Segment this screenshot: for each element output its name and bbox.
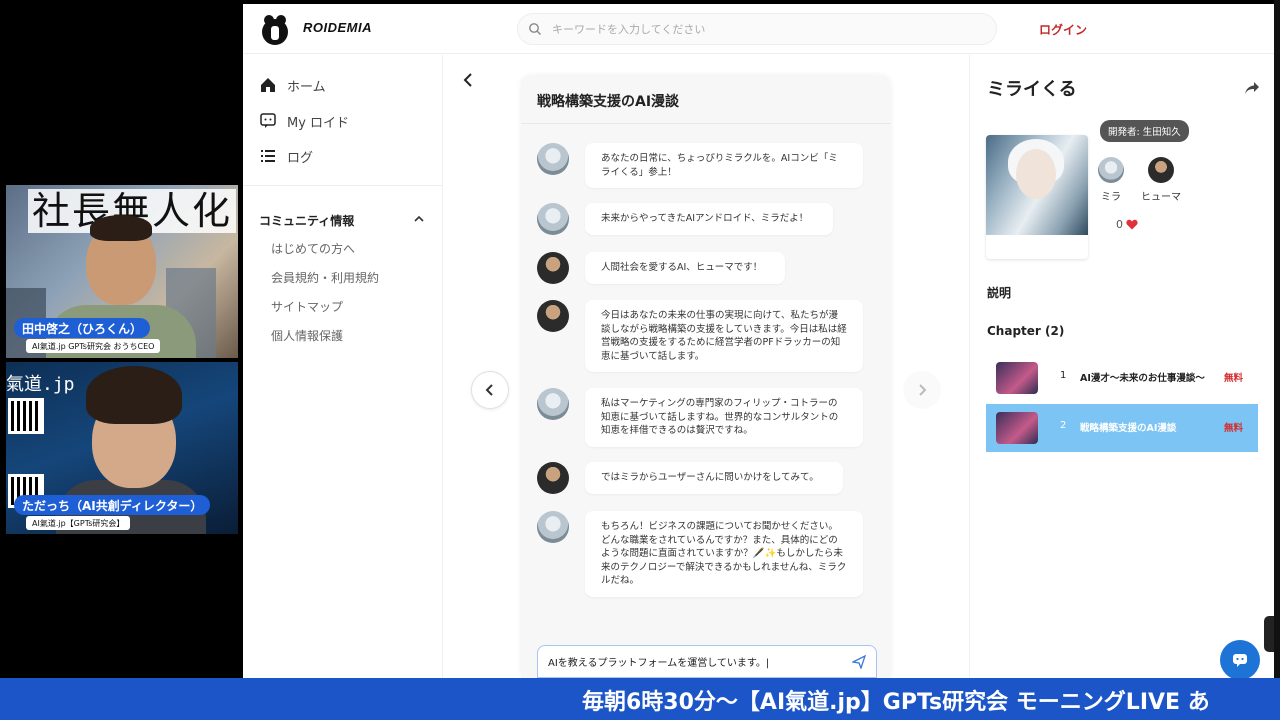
chat-bubble-icon	[260, 113, 276, 128]
heart-icon	[1126, 219, 1138, 230]
chapter-heading: Chapter (2)	[987, 324, 1065, 338]
ticker-text: 毎朝6時30分〜【AI氣道.jp】GPTs研究会 モーニングLIVE あ	[582, 690, 1210, 715]
help-chat-button[interactable]	[1220, 640, 1260, 678]
message-bubble: 未来からやってきたAIアンドロイド、ミラだよ！	[585, 203, 833, 235]
chapter-thumbnail	[996, 412, 1038, 444]
chat-title: 戦略構築支援のAI漫談	[537, 94, 680, 110]
human-avatar	[537, 300, 569, 332]
person-hair	[86, 366, 182, 424]
like-button[interactable]: 0	[1116, 218, 1138, 231]
sidebar-divider	[243, 185, 443, 186]
message-bubble: 今日はあなたの未来の仕事の実現に向けて、私たちが漫談しながら戦略構築の支援をして…	[585, 300, 863, 372]
cover-image	[986, 135, 1088, 259]
chevron-left-icon	[485, 384, 493, 396]
community-link-terms[interactable]: 会員規約・利用規約	[271, 269, 379, 286]
cover-character-face	[1016, 149, 1056, 199]
chapter-number: 2	[1060, 420, 1067, 431]
mira-avatar	[537, 143, 569, 175]
login-link[interactable]: ログイン	[1039, 21, 1087, 38]
chapter-row-active[interactable]: 2 戦略構築支援のAI漫談 無料	[986, 404, 1258, 452]
chapter-thumbnail	[996, 362, 1038, 394]
community-section-title[interactable]: コミュニティ情報	[259, 212, 354, 229]
character-name: ヒューマ	[1141, 192, 1181, 203]
sidebar-item-label: ホーム	[287, 79, 326, 95]
host-name-tag: 田中啓之（ひろくん）	[14, 318, 151, 338]
human-avatar	[537, 462, 569, 494]
stream-banner-text: 氣道.jp	[6, 374, 75, 395]
detail-panel: ミライくる 開発者: 生田知久 ミラ ヒューマ 0 説明 Chapter (2)…	[969, 55, 1274, 678]
sidebar-item-log[interactable]: ログ	[259, 144, 313, 168]
mira-avatar	[1098, 157, 1124, 183]
search-input[interactable]	[552, 14, 982, 44]
chapter-title: 戦略構築支援のAI漫談	[1080, 423, 1177, 434]
mira-avatar	[537, 511, 569, 543]
list-icon	[261, 150, 275, 162]
screen-edge	[1274, 0, 1280, 678]
message-bubble: あなたの日常に、ちょっぴりミラクルを。AIコンビ「ミライくる」参上！	[585, 143, 863, 188]
search-bar[interactable]	[517, 13, 997, 45]
webcam-feed-guest: 氣道.jp ただっち（AI共創ディレクター） AI氣道.jp【GPTs研究会】	[6, 362, 238, 534]
mira-avatar	[537, 203, 569, 235]
sidebar-item-label: ログ	[287, 150, 314, 166]
previous-chapter-button[interactable]	[471, 371, 509, 409]
chat-input[interactable]	[548, 646, 848, 677]
roidemia-logo-icon[interactable]	[259, 14, 291, 46]
send-icon[interactable]	[852, 655, 866, 669]
guest-subtitle: AI氣道.jp【GPTs研究会】	[26, 516, 131, 530]
chevron-up-icon[interactable]	[413, 213, 425, 225]
brand-name[interactable]: ROIDEMIA	[303, 20, 372, 35]
next-chapter-button[interactable]	[903, 371, 941, 409]
webcam-feed-host: 社長無人化 田中啓之（ひろくん） AI氣道.jp GPTs研究会 おうちCEO	[6, 185, 238, 358]
chapter-title: AI漫才〜未来のお仕事漫談〜	[1080, 373, 1205, 384]
chapter-number: 1	[1060, 370, 1067, 381]
community-link-privacy[interactable]: 個人情報保護	[271, 327, 343, 344]
like-count: 0	[1116, 218, 1123, 231]
home-icon	[261, 78, 275, 92]
chapter-price: 無料	[1224, 373, 1244, 384]
chat-card: 戦略構築支援のAI漫談 あなたの日常に、ちょっぴりミラクルを。AIコンビ「ミライ…	[521, 75, 891, 678]
community-link-sitemap[interactable]: サイトマップ	[271, 298, 343, 315]
message-bubble: もちろん！ビジネスの課題についてお聞かせください。どんな職業をされているんですか…	[585, 511, 863, 597]
person-hair	[90, 215, 152, 241]
message-bubble: ではミラからユーザーさんに問いかけをしてみて。	[585, 462, 843, 494]
sidebar-item-my-roid[interactable]: My ロイド	[259, 109, 349, 133]
back-chevron-icon[interactable]	[461, 71, 475, 89]
human-avatar	[537, 252, 569, 284]
chevron-right-icon	[919, 384, 927, 396]
character-human[interactable]: ヒューマ	[1131, 157, 1191, 203]
sidebar: ホーム My ロイド ログ コミュニティ情報 はじめての方へ 会員規約・利用規約…	[243, 55, 443, 678]
community-link-beginners[interactable]: はじめての方へ	[271, 240, 355, 257]
message-bubble: 人間社会を愛するAI、ヒューマです！	[585, 252, 785, 284]
combo-title: ミライくる	[987, 79, 1077, 100]
chat-title-divider	[521, 123, 891, 124]
chat-input-box[interactable]	[537, 645, 877, 678]
sidebar-item-home[interactable]: ホーム	[259, 73, 326, 97]
host-subtitle: AI氣道.jp GPTs研究会 おうちCEO	[26, 339, 161, 353]
chapter-price: 無料	[1224, 423, 1244, 434]
share-icon[interactable]	[1244, 81, 1260, 95]
support-chat-icon	[1233, 654, 1247, 667]
qr-code-icon	[8, 398, 44, 434]
chapter-row[interactable]: 1 AI漫才〜未来のお仕事漫談〜 無料	[986, 354, 1258, 402]
mira-avatar	[537, 388, 569, 420]
message-bubble: 私はマーケティングの専門家のフィリップ・コトラーの知恵に基づいて話しますね。世界…	[585, 388, 863, 447]
search-icon	[529, 23, 541, 35]
roidemia-app-window: ROIDEMIA ログイン ホーム My ロイド ログ	[243, 4, 1274, 678]
stream-ticker: 毎朝6時30分〜【AI氣道.jp】GPTs研究会 モーニングLIVE あ	[0, 678, 1280, 720]
human-avatar	[1148, 157, 1174, 183]
screen: 社長無人化 田中啓之（ひろくん） AI氣道.jp GPTs研究会 おうちCEO …	[0, 0, 1280, 720]
description-heading: 説明	[987, 286, 1012, 300]
top-bar: ROIDEMIA ログイン	[243, 4, 1274, 54]
developer-badge: 開発者: 生田知久	[1100, 120, 1189, 142]
scroll-handle[interactable]	[1264, 616, 1274, 652]
guest-name-tag: ただっち（AI共創ディレクター）	[14, 495, 211, 515]
sidebar-item-label: My ロイド	[287, 115, 350, 131]
chat-area: 戦略構築支援のAI漫談 あなたの日常に、ちょっぴりミラクルを。AIコンビ「ミライ…	[443, 55, 969, 678]
